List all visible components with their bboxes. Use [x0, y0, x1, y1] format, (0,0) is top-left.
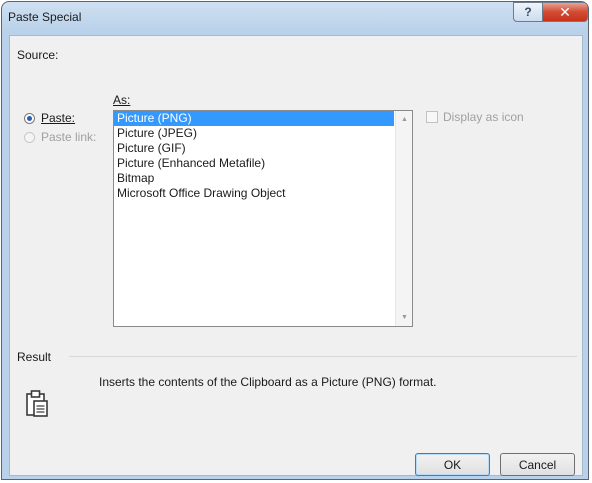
dialog-body: Source: As: Paste: Paste link: Picture (… — [9, 35, 583, 476]
format-item[interactable]: Bitmap — [114, 171, 394, 186]
format-listbox[interactable]: Picture (PNG) Picture (JPEG) Picture (GI… — [113, 110, 413, 327]
format-item[interactable]: Picture (GIF) — [114, 141, 394, 156]
result-label: Result — [17, 350, 52, 364]
result-description: Inserts the contents of the Clipboard as… — [99, 375, 437, 389]
result-group-divider — [69, 356, 577, 357]
format-list: Picture (PNG) Picture (JPEG) Picture (GI… — [114, 111, 412, 201]
format-item[interactable]: Microsoft Office Drawing Object — [114, 186, 394, 201]
cancel-button[interactable]: Cancel — [500, 453, 575, 476]
as-label-text: As: — [113, 93, 131, 107]
close-button[interactable]: ✕ — [542, 2, 588, 22]
paste-radio[interactable] — [24, 113, 35, 124]
ok-button[interactable]: OK — [415, 453, 490, 476]
format-item[interactable]: Picture (JPEG) — [114, 126, 394, 141]
format-item[interactable]: Picture (Enhanced Metafile) — [114, 156, 394, 171]
close-icon: ✕ — [559, 3, 571, 20]
paste-label-text: Paste: — [41, 111, 76, 125]
display-as-icon-label: Display as icon — [443, 110, 524, 124]
help-button[interactable]: ? — [513, 2, 543, 22]
scroll-up-icon[interactable]: ▲ — [396, 111, 412, 128]
listbox-scrollbar[interactable]: ▲ ▼ — [395, 111, 412, 326]
source-label: Source: — [17, 48, 59, 62]
format-item[interactable]: Picture (PNG) — [114, 111, 394, 126]
dialog-title: Paste Special — [8, 10, 82, 24]
display-as-icon-checkbox — [426, 111, 438, 123]
paste-special-dialog: Paste Special ? ✕ Source: As: Paste: Pas… — [1, 1, 589, 480]
paste-link-radio — [24, 132, 35, 143]
paste-link-label: Paste link: — [41, 130, 97, 144]
title-bar[interactable]: Paste Special ? ✕ — [2, 2, 588, 36]
paste-radio-label[interactable]: Paste: — [41, 111, 75, 125]
as-label: As: — [113, 93, 130, 107]
help-icon: ? — [524, 5, 532, 19]
clipboard-paste-icon — [26, 390, 48, 417]
scroll-down-icon[interactable]: ▼ — [396, 309, 412, 326]
